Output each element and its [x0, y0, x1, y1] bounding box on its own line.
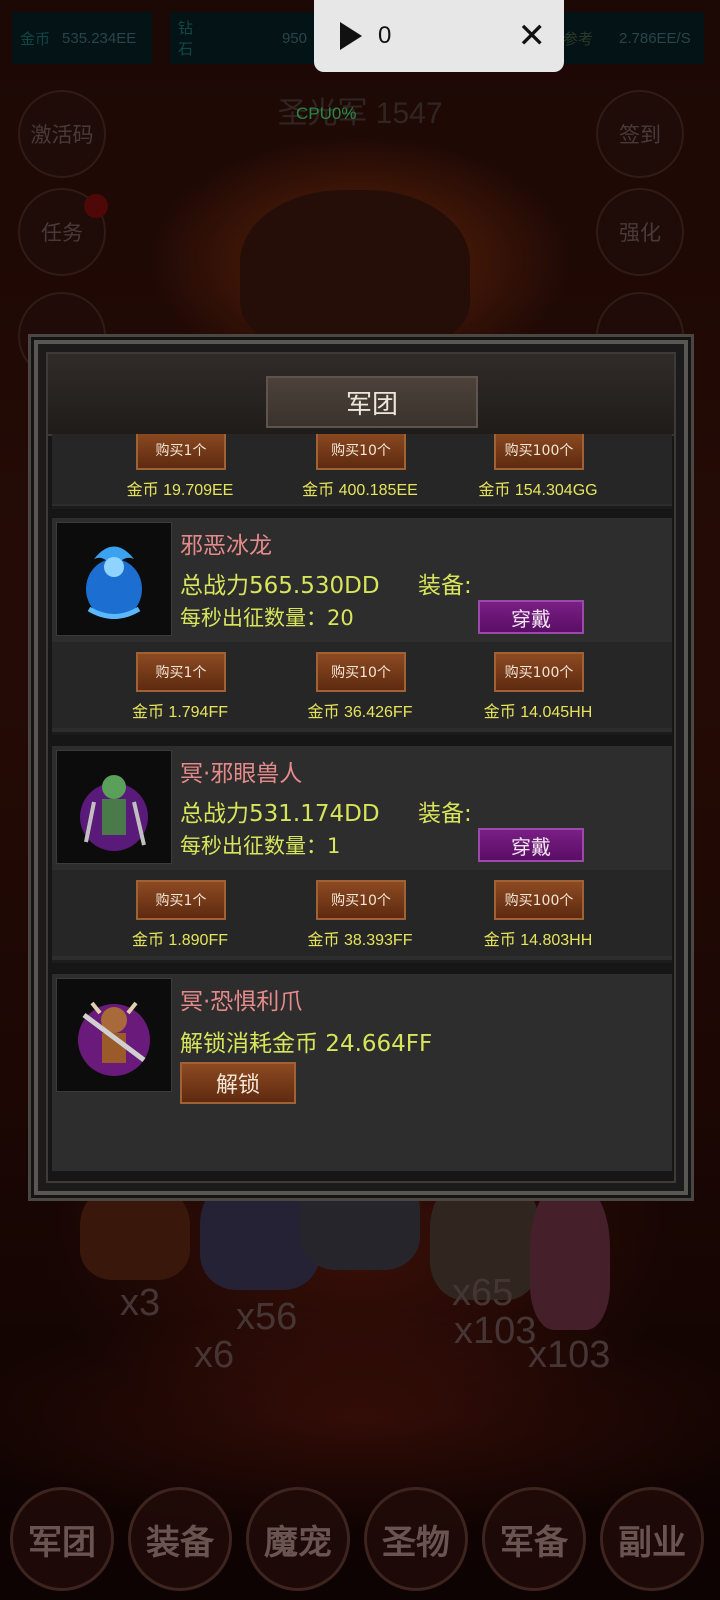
bottom-nav: 军团 装备 魔宠 圣物 军备 副业 — [0, 1487, 720, 1597]
buy-1-button[interactable]: 购买1个 — [136, 434, 226, 470]
nav-equipment[interactable]: 装备 — [128, 1487, 232, 1591]
buy-100-button[interactable]: 购买100个 — [494, 880, 584, 920]
price-10: 金币 38.393FF — [307, 932, 413, 949]
unit-card: 冥·邪眼兽人 总战力531.174DD 装备: 每秒出征数量：1 穿戴 购买1个… — [52, 746, 672, 963]
play-icon[interactable] — [340, 22, 362, 50]
buy-10-button[interactable]: 购买10个 — [316, 652, 406, 692]
dialog-body: 军团 购买1个 购买10个 购买100个 金币 19.709EE 金币 400.… — [46, 352, 676, 1183]
buy-1-button[interactable]: 购买1个 — [136, 652, 226, 692]
dread-claw-minotaur-icon — [56, 978, 172, 1092]
unit-rate: 每秒出征数量：1 — [180, 834, 341, 858]
dialog-header: 军团 — [48, 354, 674, 436]
unit-name: 冥·恐惧利爪 — [180, 989, 303, 1015]
buy-10-button[interactable]: 购买10个 — [316, 880, 406, 920]
unit-rate: 每秒出征数量：20 — [180, 606, 354, 630]
price-100: 金币 14.045HH — [483, 704, 593, 721]
locked-unit-card: 冥·恐惧利爪 解锁消耗金币 24.664FF 解锁 — [52, 974, 672, 1171]
close-icon[interactable]: ✕ — [518, 19, 547, 53]
unit-power: 总战力565.530DD — [180, 573, 380, 599]
buy-row: 购买1个 购买10个 购买100个 金币 19.709EE 金币 400.185… — [52, 434, 672, 504]
buy-row: 购买1个 购买10个 购买100个 金币 1.794FF 金币 36.426FF… — [52, 642, 672, 728]
unit-power: 总战力531.174DD — [180, 801, 380, 827]
buy-1-button[interactable]: 购买1个 — [136, 880, 226, 920]
unit-card-partial: 购买1个 购买10个 购买100个 金币 19.709EE 金币 400.185… — [52, 434, 672, 509]
price-10: 金币 36.426FF — [307, 704, 413, 721]
legion-dialog: 军团 购买1个 购买10个 购买100个 金币 19.709EE 金币 400.… — [34, 340, 688, 1195]
price-100: 金币 14.803HH — [483, 932, 593, 949]
nav-armaments[interactable]: 军备 — [482, 1487, 586, 1591]
ice-dragon-icon — [56, 522, 172, 636]
price-10: 金币 400.185EE — [302, 482, 418, 499]
price-1: 金币 19.709EE — [126, 482, 234, 499]
equip-label: 装备: — [418, 573, 472, 599]
price-1: 金币 1.890FF — [131, 932, 229, 949]
equip-button[interactable]: 穿戴 — [478, 600, 584, 634]
buy-10-button[interactable]: 购买10个 — [316, 434, 406, 470]
nav-pets[interactable]: 魔宠 — [246, 1487, 350, 1591]
nav-legion[interactable]: 军团 — [10, 1487, 114, 1591]
recording-count: 0 — [378, 22, 392, 49]
unit-list[interactable]: 购买1个 购买10个 购买100个 金币 19.709EE 金币 400.185… — [48, 434, 674, 1171]
buy-100-button[interactable]: 购买100个 — [494, 434, 584, 470]
unit-card: 邪恶冰龙 总战力565.530DD 装备: 每秒出征数量：20 穿戴 购买1个 … — [52, 518, 672, 735]
equip-button[interactable]: 穿戴 — [478, 828, 584, 862]
price-100: 金币 154.304GG — [478, 482, 598, 499]
unit-name: 邪恶冰龙 — [180, 533, 272, 559]
unlock-cost: 解锁消耗金币 24.664FF — [180, 1031, 433, 1057]
nav-relics[interactable]: 圣物 — [364, 1487, 468, 1591]
buy-100-button[interactable]: 购买100个 — [494, 652, 584, 692]
equip-label: 装备: — [418, 801, 472, 827]
buy-row: 购买1个 购买10个 购买100个 金币 1.890FF 金币 38.393FF… — [52, 870, 672, 956]
dialog-title: 军团 — [266, 376, 478, 428]
screen-recorder-bar: 0 ✕ — [314, 0, 564, 72]
nav-side-job[interactable]: 副业 — [600, 1487, 704, 1591]
unit-name: 冥·邪眼兽人 — [180, 761, 303, 787]
evil-eye-orc-icon — [56, 750, 172, 864]
price-1: 金币 1.794FF — [131, 704, 229, 721]
unlock-button[interactable]: 解锁 — [180, 1062, 296, 1104]
